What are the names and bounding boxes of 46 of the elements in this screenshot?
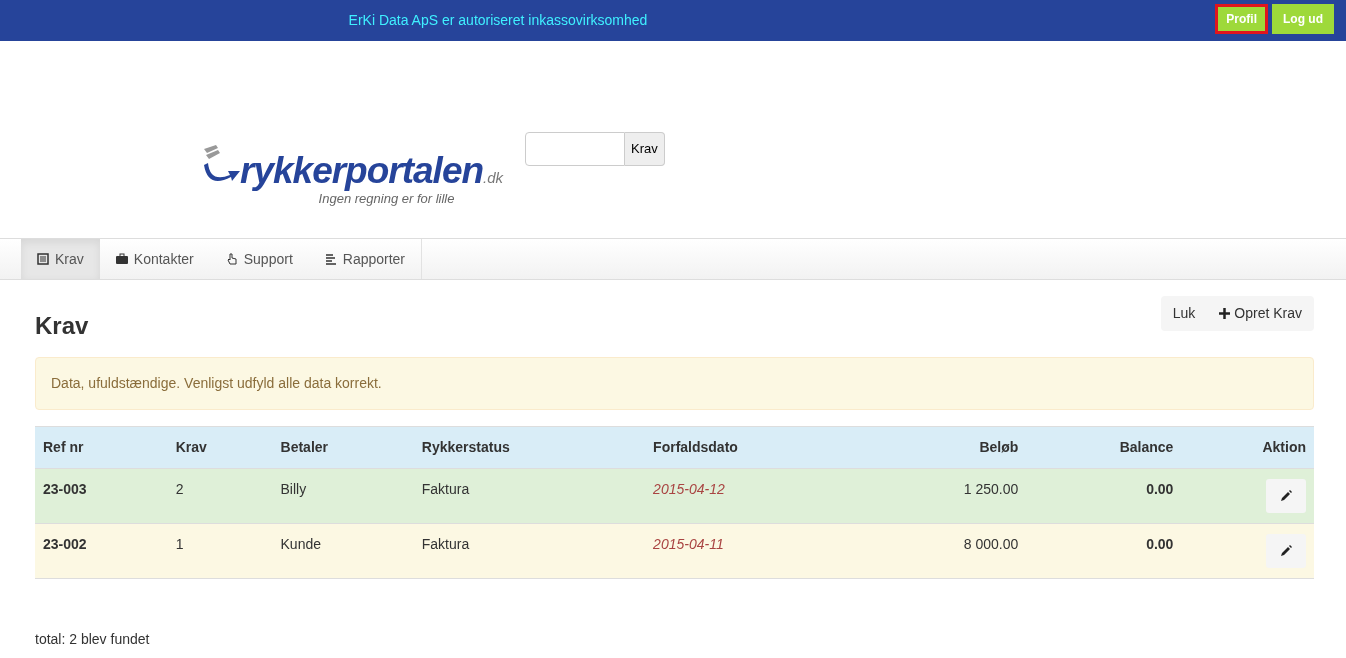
- nav-tab[interactable]: Krav: [21, 239, 100, 279]
- result-count: total: 2 blev fundet: [35, 629, 151, 649]
- pencil-icon: [1280, 489, 1292, 502]
- pencil-icon: [1280, 544, 1292, 557]
- page-title: Krav: [35, 312, 89, 341]
- column-header: Rykkerstatus: [413, 426, 646, 469]
- table-cell: 2: [167, 468, 273, 524]
- edit-button[interactable]: [1266, 533, 1306, 568]
- edit-button[interactable]: [1266, 478, 1306, 513]
- action-button[interactable]: Luk: [1160, 296, 1208, 331]
- table-cell: 0.00: [1026, 468, 1182, 524]
- table-cell: 1: [167, 523, 273, 579]
- search-button[interactable]: Krav: [625, 132, 665, 166]
- table-cell: 8 000.00: [869, 523, 1027, 579]
- bars-icon: [324, 253, 337, 265]
- search-field[interactable]: [525, 132, 626, 166]
- logo-domain: .dk: [483, 168, 504, 186]
- logo-text: rykkerportalen: [240, 152, 484, 189]
- column-header: Ref nr: [35, 426, 168, 469]
- table-cell: Billy: [272, 468, 414, 524]
- action-button[interactable]: Opret Krav: [1207, 296, 1314, 331]
- list-icon: [37, 253, 49, 265]
- alert-message: Data, ufuldstændige. Venligst udfyld alle data korrekt.: [35, 356, 1314, 410]
- plus-icon: [1219, 308, 1231, 319]
- table-cell: 2015-04-11: [645, 523, 870, 579]
- column-header: Krav: [167, 426, 273, 469]
- table-cell: Kunde: [272, 523, 414, 579]
- table-cell: 23-003: [35, 468, 168, 524]
- notice-text: ErKi Data ApS er autoriseret inkassovirksomhed: [348, 12, 648, 28]
- logo-tagline: Ingen regning er for lille: [318, 191, 455, 208]
- table-cell: Faktura: [413, 468, 646, 524]
- column-header: Balance: [1026, 426, 1182, 469]
- table-cell: 1 250.00: [869, 468, 1027, 524]
- column-header: Beløb: [869, 426, 1027, 469]
- nav-tab[interactable]: Rapporter: [308, 239, 422, 279]
- table-cell: Faktura: [413, 523, 646, 579]
- column-header: Aktion: [1181, 426, 1314, 469]
- nav-tab[interactable]: Kontakter: [99, 239, 210, 279]
- nav-tab[interactable]: Support: [209, 239, 309, 279]
- table-cell: 23-002: [35, 523, 168, 579]
- hand-icon: [225, 253, 238, 265]
- table-cell: 0.00: [1026, 523, 1182, 579]
- table-cell: 2015-04-12: [645, 468, 870, 524]
- briefcase-icon: [115, 253, 128, 265]
- column-header: Betaler: [272, 426, 414, 469]
- column-header: Forfaldsdato: [645, 426, 870, 469]
